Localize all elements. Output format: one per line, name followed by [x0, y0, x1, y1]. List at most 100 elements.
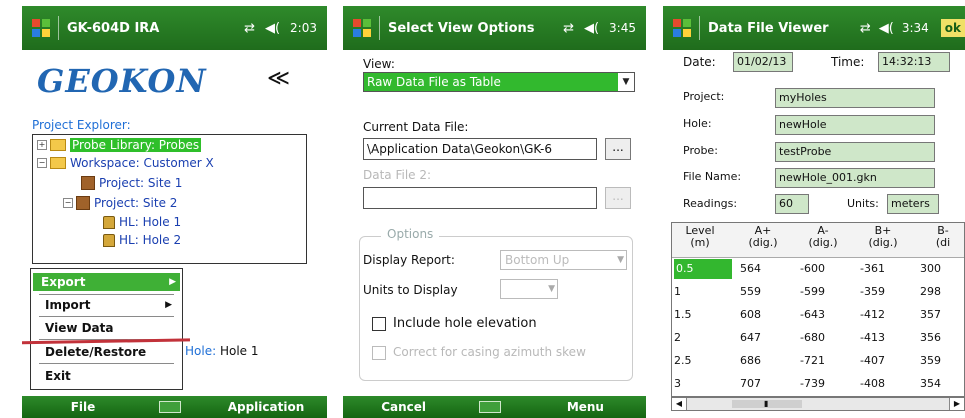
table-cell[interactable]: -680 — [800, 328, 825, 348]
volume-icon[interactable]: ◀( — [879, 21, 894, 36]
table-cell[interactable]: 559 — [740, 282, 761, 302]
clock[interactable]: 3:34 — [902, 21, 929, 35]
table-cell[interactable]: 686 — [740, 351, 761, 371]
table-cell[interactable]: 359 — [920, 351, 941, 371]
project-tree[interactable]: + Probe Library: Probes − Workspace: Cus… — [32, 134, 307, 264]
table-cell[interactable]: -721 — [800, 351, 825, 371]
col-header-b-minus[interactable]: B- (di — [920, 225, 964, 249]
table-row[interactable]: 2.5 686 -721 -407 359 — [672, 351, 964, 371]
table-row[interactable]: 2 647 -680 -413 356 — [672, 328, 964, 348]
table-cell[interactable]: -413 — [860, 328, 885, 348]
readings-table[interactable]: Level (m) A+ (dig.) A- (dig.) B+ (dig.) B- (d… — [671, 222, 965, 397]
volume-icon[interactable]: ◀( — [265, 21, 280, 36]
hole-field[interactable]: newHole — [775, 115, 935, 135]
table-cell[interactable]: 356 — [920, 328, 941, 348]
menu-item-delete-restore[interactable]: Delete/Restore — [37, 343, 176, 361]
table-cell[interactable]: -412 — [860, 305, 885, 325]
windows-start-icon[interactable] — [673, 19, 691, 37]
col-header-b-plus[interactable]: B+ (dig.) — [860, 225, 906, 249]
date-field[interactable]: 01/02/13 — [733, 52, 793, 72]
table-cell[interactable]: 707 — [740, 374, 761, 394]
tree-item-hole1[interactable]: HL: Hole 1 — [103, 215, 181, 229]
menu-item-exit[interactable]: Exit — [37, 367, 176, 385]
probe-field[interactable]: testProbe — [775, 142, 935, 162]
menu-item-view-data[interactable]: View Data — [37, 319, 176, 337]
table-cell[interactable]: 2.5 — [674, 351, 692, 371]
softkey-menu[interactable]: Menu — [525, 400, 646, 414]
time-field[interactable]: 14:32:13 — [878, 52, 950, 72]
volume-icon[interactable]: ◀( — [584, 21, 599, 36]
table-cell[interactable]: 1 — [674, 282, 681, 302]
scroll-left-icon[interactable]: ◀ — [672, 398, 687, 410]
softkey-cancel[interactable]: Cancel — [343, 400, 464, 414]
table-cell[interactable]: 298 — [920, 282, 941, 302]
menu-item-import[interactable]: Import ▶ — [37, 296, 176, 314]
table-row[interactable]: 3 707 -739 -408 354 — [672, 374, 964, 394]
table-cell[interactable]: 564 — [740, 259, 761, 279]
table-row[interactable]: 1 559 -599 -359 298 — [672, 282, 964, 302]
units-field[interactable]: meters — [887, 194, 939, 214]
connectivity-icon[interactable]: ⇄ — [860, 21, 871, 36]
view-dropdown[interactable]: Raw Data File as Table ▼ — [363, 72, 635, 92]
connectivity-icon[interactable]: ⇄ — [244, 21, 255, 36]
windows-start-icon[interactable] — [353, 19, 371, 37]
project-field[interactable]: myHoles — [775, 88, 935, 108]
browse-button-2[interactable]: ... — [605, 187, 631, 209]
connectivity-icon[interactable]: ⇄ — [563, 21, 574, 36]
softkey-file[interactable]: File — [22, 400, 144, 414]
file-name-field[interactable]: newHole_001.gkn — [775, 168, 935, 188]
col-header-a-minus[interactable]: A- (dig.) — [800, 225, 846, 249]
table-cell[interactable]: 357 — [920, 305, 941, 325]
units-select[interactable]: ▼ — [500, 279, 558, 299]
scroll-right-icon[interactable]: ▶ — [949, 398, 964, 410]
clock[interactable]: 3:45 — [609, 21, 636, 35]
tree-item-probe-library[interactable]: + Probe Library: Probes — [37, 138, 202, 152]
softkey-application[interactable]: Application — [205, 400, 327, 414]
keyboard-icon[interactable] — [479, 401, 502, 413]
tree-item-hole2[interactable]: HL: Hole 2 — [103, 233, 181, 247]
collapse-icon[interactable]: − — [63, 198, 73, 208]
table-cell[interactable]: -408 — [860, 374, 885, 394]
current-file-field[interactable]: \Application Data\Geokon\GK-6 — [363, 138, 597, 160]
table-cell[interactable]: -361 — [860, 259, 885, 279]
keyboard-icon[interactable] — [159, 401, 182, 413]
table-cell[interactable]: -407 — [860, 351, 885, 371]
tree-item-site2[interactable]: − Project: Site 2 — [63, 196, 177, 210]
readings-field[interactable]: 60 — [775, 194, 809, 214]
windows-start-icon[interactable] — [32, 19, 50, 37]
col-header-a-plus[interactable]: A+ (dig.) — [740, 225, 786, 249]
selected-hole-label: Hole: Hole 1 — [185, 344, 259, 358]
table-row[interactable]: 0.5 564 -600 -361 300 — [672, 259, 964, 279]
col-header-level[interactable]: Level (m) — [680, 225, 720, 249]
table-cell[interactable]: -643 — [800, 305, 825, 325]
table-cell[interactable]: 354 — [920, 374, 941, 394]
browse-button[interactable]: ... — [605, 138, 631, 160]
horizontal-scrollbar[interactable]: ◀ ▮ ▶ — [671, 397, 965, 411]
tree-item-workspace[interactable]: − Workspace: Customer X — [37, 156, 214, 170]
table-cell[interactable]: 0.5 — [674, 259, 732, 279]
clock[interactable]: 2:03 — [290, 21, 317, 35]
menu-item-export[interactable]: Export ▶ — [33, 273, 180, 291]
table-cell[interactable]: 300 — [920, 259, 941, 279]
folder-icon — [50, 139, 66, 151]
table-cell[interactable]: 2 — [674, 328, 681, 348]
data-file2-field[interactable] — [363, 187, 597, 209]
include-elevation-checkbox[interactable] — [372, 317, 386, 331]
expand-icon[interactable]: + — [37, 140, 47, 150]
display-report-select[interactable]: Bottom Up ▼ — [500, 250, 627, 270]
table-cell[interactable]: 608 — [740, 305, 761, 325]
table-cell[interactable]: 3 — [674, 374, 681, 394]
back-arrows-icon[interactable]: ≪ — [267, 66, 290, 91]
view-options-screen: Select View Options ⇄ ◀( 3:45 View: Raw … — [343, 0, 646, 418]
ok-button[interactable]: ok — [940, 19, 965, 37]
table-cell[interactable]: 1.5 — [674, 305, 692, 325]
table-cell[interactable]: -599 — [800, 282, 825, 302]
table-row[interactable]: 1.5 608 -643 -412 357 — [672, 305, 964, 325]
table-cell[interactable]: -739 — [800, 374, 825, 394]
collapse-icon[interactable]: − — [37, 158, 47, 168]
correct-casing-checkbox[interactable] — [372, 346, 386, 360]
table-cell[interactable]: -359 — [860, 282, 885, 302]
table-cell[interactable]: -600 — [800, 259, 825, 279]
tree-item-site1[interactable]: Project: Site 1 — [81, 176, 182, 190]
table-cell[interactable]: 647 — [740, 328, 761, 348]
